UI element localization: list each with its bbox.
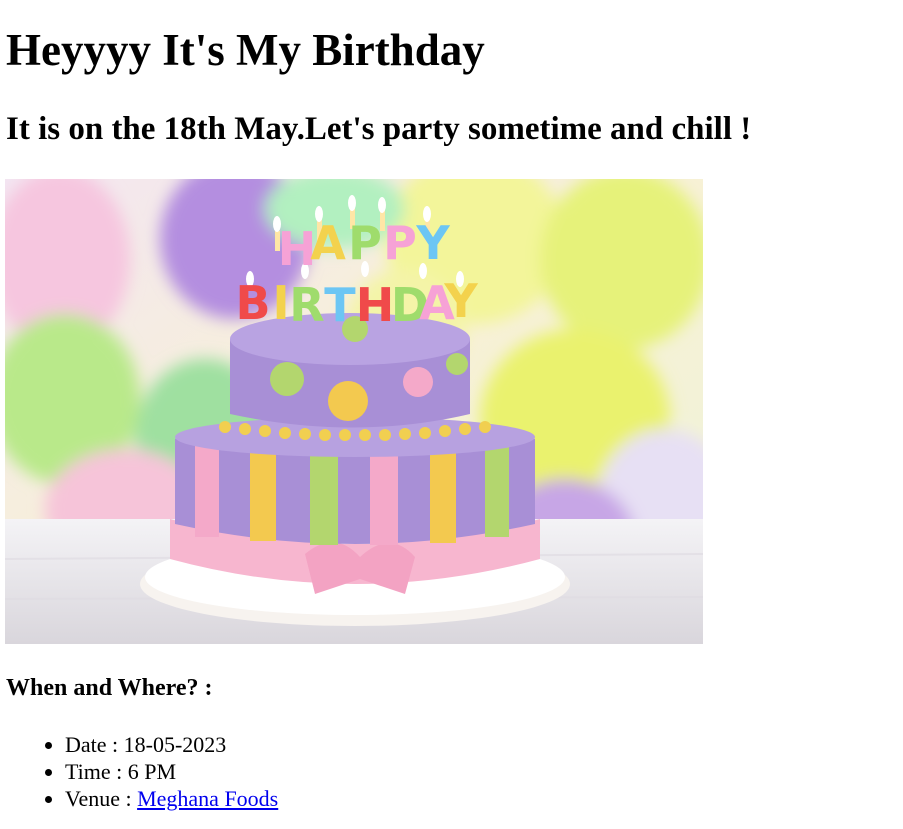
venue-label: Venue : — [65, 786, 138, 811]
page-title: Heyyyy It's My Birthday — [6, 25, 485, 75]
details-list: Date : 18-05-2023 Time : 6 PM Venue : Me… — [0, 731, 278, 812]
time-value: 6 PM — [127, 759, 177, 784]
page-subtitle: It is on the 18th May.Let's party someti… — [6, 111, 752, 147]
candle-letter-h2: H — [356, 278, 395, 332]
candle-letter-t: T — [324, 278, 356, 332]
birthday-cake-image: H A P P Y B I R T H D A Y — [5, 179, 703, 644]
candle-letter-a: A — [310, 216, 346, 270]
candle-letter-i: I — [272, 276, 289, 330]
candle-letter-y2: Y — [443, 274, 478, 328]
candle-letter-y: Y — [415, 216, 450, 270]
date-value: 18-05-2023 — [123, 732, 227, 757]
candle-letter-p1: P — [348, 216, 382, 270]
time-label: Time : — [65, 759, 128, 784]
date-label: Date : — [65, 732, 124, 757]
section-title: When and Where? : — [6, 675, 213, 701]
list-item-venue: Venue : Meghana Foods — [65, 785, 278, 812]
candle-letter-b: B — [235, 276, 270, 330]
list-item-time: Time : 6 PM — [65, 758, 278, 785]
candle-letter-r: R — [289, 278, 324, 332]
list-item-date: Date : 18-05-2023 — [65, 731, 278, 758]
venue-link[interactable]: Meghana Foods — [137, 786, 278, 811]
candle-letter-p2: P — [383, 216, 417, 270]
page: Heyyyy It's My Birthday It is on the 18t… — [0, 0, 903, 829]
